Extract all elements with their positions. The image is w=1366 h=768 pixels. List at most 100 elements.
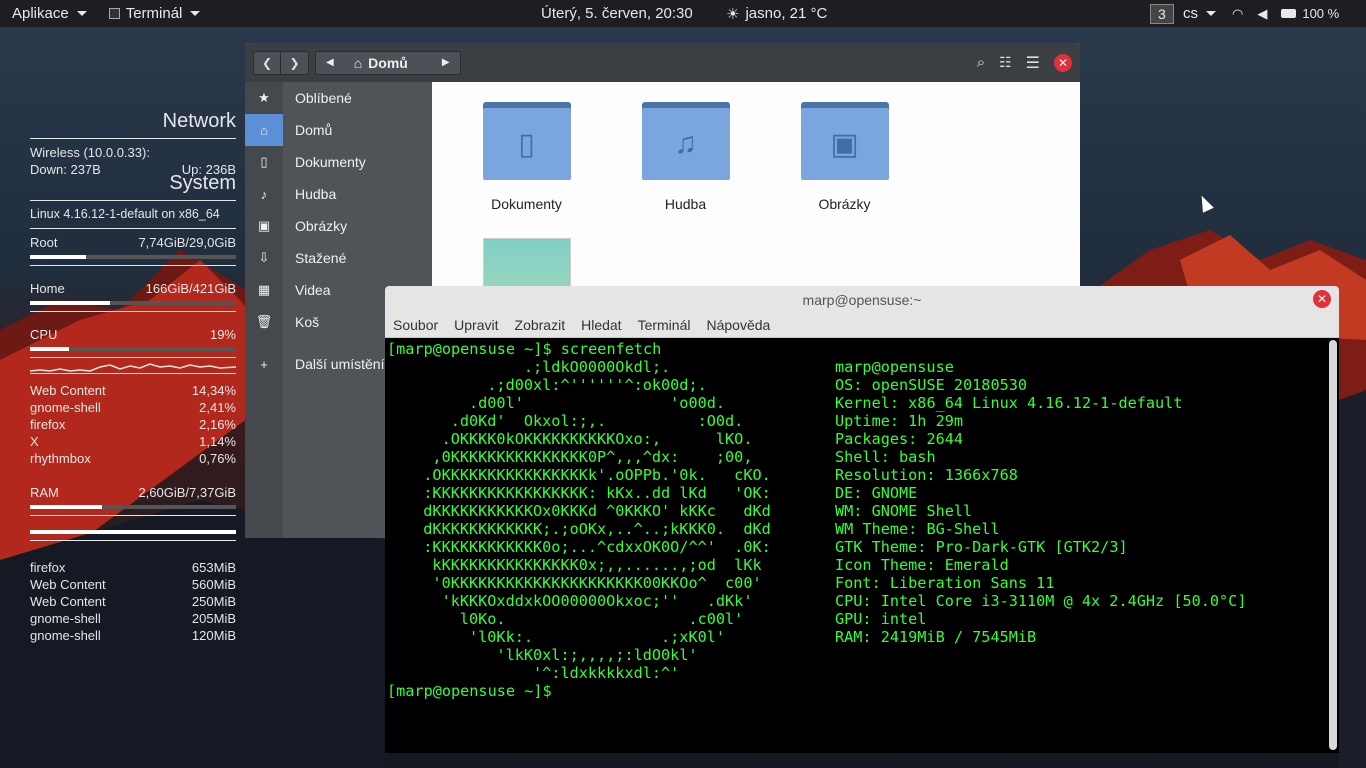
logo-line: .;ldkO0000Okdl;. — [405, 358, 671, 376]
folder-item[interactable]: ♫ Hudba — [606, 102, 765, 212]
star-icon: ★ — [245, 82, 283, 114]
divider — [30, 515, 236, 516]
folder-item[interactable]: ▯ Dokumenty — [447, 102, 606, 212]
volume-icon: ◀ — [1257, 5, 1268, 21]
cpu-row: CPU 19% — [30, 326, 236, 343]
wireless-row: Wireless (10.0.0.33): — [30, 144, 236, 161]
process-value: 2,16% — [199, 417, 236, 432]
logo-line: 'l0Kk:. .;xK0l' — [405, 628, 726, 646]
info-line: Shell: bash — [835, 448, 1246, 466]
sun-icon: ☀ — [726, 5, 740, 23]
divider — [30, 138, 236, 139]
plus-icon: + — [245, 348, 283, 380]
sidebar-item-label: Dokumenty — [295, 154, 366, 170]
cpu-label: CPU — [30, 327, 58, 342]
sidebar-item-download[interactable]: ⇩ Stažené — [245, 242, 432, 274]
menu-item[interactable]: Terminál — [638, 317, 691, 333]
sidebar-item-video[interactable]: ▦ Videa — [245, 274, 432, 306]
sidebar-item-document[interactable]: ▯ Dokumenty — [245, 146, 432, 178]
path-forward-button[interactable]: ▶ — [418, 52, 460, 74]
app-menu[interactable]: Terminál — [103, 0, 207, 27]
headerbar-tools: ⌕ ☷ ☰ ✕ — [977, 43, 1072, 82]
triangle-left-icon: ◀ — [326, 57, 334, 68]
info-value: 1h 29m — [908, 412, 964, 430]
folder-label: Dokumenty — [491, 196, 562, 212]
opensuse-ascii-logo: .;ldkO0000Okdl;. .;d00xl:^''''''^:ok00d;… — [405, 358, 771, 682]
system-menu[interactable]: ◠ ◀ 100 % — [1226, 0, 1345, 27]
root-value: 7,74GiB/29,0GiB — [138, 235, 236, 250]
menu-icon[interactable]: ☰ — [1026, 53, 1040, 73]
info-value: Pro-Dark-GTK [GTK2/3] — [935, 538, 1128, 556]
info-value: 2644 — [926, 430, 964, 448]
process-name: Web Content — [30, 383, 106, 398]
info-line: OS: openSUSE 20180530 — [835, 376, 1246, 394]
root-label: Root — [30, 235, 58, 250]
process-name: rhythmbox — [30, 451, 91, 466]
sidebar-item-home[interactable]: ⌂ Domů — [245, 114, 432, 146]
weather[interactable]: ☀ jasno, 21 °C — [720, 0, 833, 27]
info-value: marp@opensuse — [835, 358, 954, 376]
sidebar-item-plus[interactable]: + Další umístění — [245, 348, 432, 380]
info-line: GTK Theme: Pro-Dark-GTK [GTK2/3] — [835, 538, 1246, 556]
terminal-window: marp@opensuse:~ ✕ Soubor Upravit Zobrazit H… — [385, 286, 1339, 753]
process-value: 0,76% — [199, 451, 236, 466]
terminal-title: marp@opensuse:~ — [802, 291, 922, 308]
folder-icon: ♫ — [641, 102, 730, 182]
process-row: gnome-shell 120MiB — [30, 627, 236, 644]
folder-label: Hudba — [664, 196, 707, 212]
clock-label: Úterý, 5. červen, 20:30 — [541, 5, 693, 22]
clock[interactable]: Úterý, 5. červen, 20:30 — [535, 0, 699, 27]
process-value: 560MiB — [191, 577, 236, 592]
process-value: 250MiB — [191, 594, 236, 609]
path-back-button[interactable]: ◀ — [316, 52, 344, 74]
sidebar-item-label: Videa — [295, 282, 331, 298]
chevron-right-icon: ❯ — [289, 55, 300, 70]
close-button[interactable]: ✕ — [1054, 53, 1072, 72]
menu-item[interactable]: Zobrazit — [515, 317, 566, 333]
menu-item[interactable]: Hledat — [581, 317, 621, 333]
view-options-icon[interactable]: ☷ — [999, 54, 1012, 71]
folder-item[interactable]: ▣ Obrázky — [765, 102, 924, 212]
process-row: Web Content 14,34% — [30, 382, 236, 399]
applications-menu[interactable]: Aplikace — [0, 0, 93, 27]
weather-label: jasno, 21 °C — [745, 5, 828, 22]
info-value: GNOME — [871, 484, 918, 502]
home-icon: ⌂ — [245, 114, 283, 146]
logo-line: dKKKKKKKKKKKK;.;oOKx,..^..;kKKK0. dKd — [405, 520, 771, 538]
sidebar-item-label: Oblíbené — [295, 90, 352, 106]
path-segment-home[interactable]: ⌂ Domů — [344, 52, 418, 74]
workspace-indicator[interactable]: 3 — [1144, 0, 1180, 27]
terminal-screen[interactable]: [marp@opensuse ~]$ screenfetch .;ldkO000… — [385, 338, 1339, 753]
keyboard-layout[interactable]: cs — [1177, 0, 1222, 27]
sidebar-item-star[interactable]: ★ Oblíbené — [245, 82, 432, 114]
ram-usage-bar — [30, 505, 236, 509]
process-row: X 1,14% — [30, 433, 236, 450]
info-value: openSUSE 20180530 — [871, 376, 1028, 394]
divider — [30, 311, 236, 312]
wifi-icon: ◠ — [1232, 5, 1244, 21]
root-row: Root 7,74GiB/29,0GiB — [30, 234, 236, 251]
info-key: WM: — [835, 502, 872, 520]
root-usage-fill — [30, 255, 86, 259]
terminal-scrollbar[interactable] — [1329, 340, 1337, 750]
process-row: Web Content 560MiB — [30, 576, 236, 593]
search-icon[interactable]: ⌕ — [977, 54, 985, 71]
logo-line: ,0KKKKKKKKKKKKKKK0P^,,,^dx: ;00, — [405, 448, 753, 466]
ram-usage-fill — [30, 505, 103, 509]
sidebar-item-image[interactable]: ▣ Obrázky — [245, 210, 432, 242]
divider — [30, 200, 236, 201]
process-value: 205MiB — [191, 611, 236, 626]
menu-item[interactable]: Nápověda — [706, 317, 770, 333]
close-button[interactable]: ✕ — [1313, 290, 1331, 308]
back-button[interactable]: ❮ — [253, 50, 281, 75]
forward-button[interactable]: ❯ — [281, 50, 309, 75]
sidebar-item-music[interactable]: ♪ Hudba — [245, 178, 432, 210]
sidebar-item-trash[interactable]: 🗑 Koš — [245, 306, 432, 338]
menu-item[interactable]: Upravit — [454, 317, 498, 333]
app-menu-label: Terminál — [125, 5, 183, 22]
logo-line: .OKKKK0kOKKKKKKKKKKOxo:, lKO. — [405, 430, 753, 448]
logo-line: '0KKKKKKKKKKKKKKKKKKKKK00KKOo^ c00' — [405, 574, 762, 592]
sidebar-item-label: Koš — [295, 314, 320, 330]
image-icon: ▣ — [245, 210, 283, 242]
process-name: gnome-shell — [30, 628, 101, 643]
